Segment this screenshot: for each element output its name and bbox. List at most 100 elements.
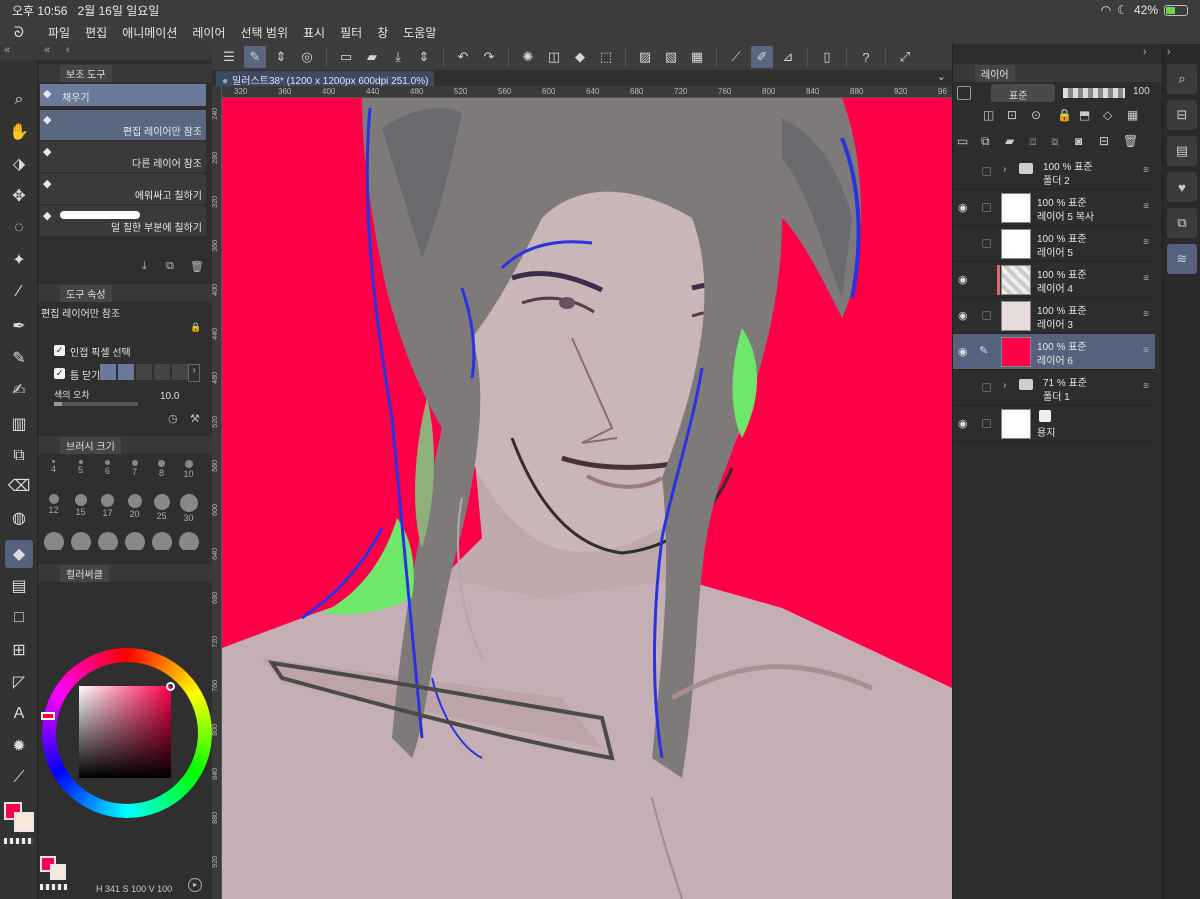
tolerance-slider[interactable]	[54, 402, 138, 406]
play-icon[interactable]: ▸	[188, 878, 202, 892]
duplicate-icon[interactable]: ⧉	[166, 260, 174, 273]
reference-icon[interactable]: ⊙	[1031, 108, 1041, 122]
document-tab[interactable]: ● 일러스트38* (1200 x 1200px 600dpi 251.0%)	[216, 71, 435, 87]
tolerance-value[interactable]: 10.0	[160, 391, 179, 402]
layer-mask-icon[interactable]: ◙	[1075, 134, 1082, 148]
brush-size-item[interactable]: 60	[94, 530, 121, 550]
redo-icon[interactable]: ↷	[478, 46, 500, 68]
brush-size-item[interactable]: 40	[40, 530, 67, 550]
gap-level-5[interactable]	[172, 364, 188, 380]
undo-icon[interactable]: ↶	[452, 46, 474, 68]
layer-row-layer-6[interactable]: ◉ ✎ 100 % 표준 레이어 6 ≡	[953, 334, 1155, 370]
layer-menu-icon[interactable]: ≡	[1143, 309, 1149, 320]
text-icon[interactable]: A	[5, 700, 33, 728]
layer-menu-icon[interactable]: ≡	[1143, 165, 1149, 176]
ruler-icon[interactable]: ◸	[5, 668, 33, 696]
clock-icon[interactable]: ◷	[168, 412, 178, 425]
menu-animation[interactable]: 애니메이션	[122, 24, 177, 41]
chevron-right-icon[interactable]: ›	[1003, 164, 1006, 175]
operation-icon[interactable]: ⬗	[5, 150, 33, 178]
ruler-snap-icon[interactable]: ⟋	[725, 46, 747, 68]
material-icon[interactable]: ♥	[1167, 172, 1197, 202]
saturation-value-square[interactable]	[79, 686, 171, 778]
pen-icon[interactable]: ✒	[5, 312, 33, 340]
lock-alpha-icon[interactable]: ⬒	[1079, 108, 1090, 122]
deselect-icon[interactable]: ▨	[634, 46, 656, 68]
brush-size-item[interactable]: 30	[175, 492, 202, 523]
spiral-icon[interactable]: ◎	[296, 46, 318, 68]
gap-level-1[interactable]	[100, 364, 116, 380]
pen-snap-icon[interactable]: ✐	[751, 46, 773, 68]
transform-icon[interactable]: ⬚	[595, 46, 617, 68]
balloon-icon[interactable]: ✹	[5, 732, 33, 760]
layer-lock-toggle[interactable]	[982, 311, 991, 320]
eyedropper-icon[interactable]: ⁄	[5, 278, 33, 306]
eye-icon[interactable]: ◉	[958, 201, 970, 214]
menu-view[interactable]: 표시	[303, 24, 325, 41]
zoom-icon[interactable]: ⌕	[5, 86, 33, 114]
layer-lock-toggle[interactable]	[982, 383, 991, 392]
layer-color-toggle[interactable]	[957, 86, 971, 100]
collapse-right-icon[interactable]: ›	[1143, 46, 1147, 58]
menu-edit[interactable]: 편집	[85, 24, 107, 41]
brush-icon[interactable]: ✍	[5, 376, 33, 404]
sub-color-mini[interactable]	[50, 864, 66, 880]
new-folder-icon[interactable]: ▰	[1005, 134, 1014, 148]
eye-icon[interactable]: ◉	[958, 417, 970, 430]
selection-border-icon[interactable]: ▦	[686, 46, 708, 68]
blend-mode-select[interactable]: 표준	[991, 84, 1055, 102]
edit-layer-icon[interactable]: ✎	[244, 46, 266, 68]
brush-size-item[interactable]: 70	[121, 530, 148, 550]
drops-icon[interactable]: ◍	[5, 504, 33, 532]
transparent-color-swatch[interactable]	[4, 838, 34, 844]
opacity-slider[interactable]	[1063, 88, 1125, 98]
new-vector-layer-icon[interactable]: ⧉	[981, 134, 990, 149]
wrench-icon[interactable]: ⚒	[190, 412, 200, 425]
save-icon[interactable]: ⤓	[387, 46, 409, 68]
fullscreen-icon[interactable]: ⤢	[894, 46, 916, 68]
special-ruler-icon[interactable]: ⊿	[777, 46, 799, 68]
navigator-icon[interactable]: ⌕	[1167, 64, 1197, 94]
brush-size-item[interactable]: 7	[121, 458, 148, 486]
brush-size-item[interactable]: 10	[175, 458, 202, 486]
layer-row-folder-2[interactable]: › 100 % 표준 폴더 2 ≡	[953, 154, 1155, 190]
layer-lock-toggle[interactable]	[982, 203, 991, 212]
subtool-item-edit-layer[interactable]: ◆ 편집 레이어만 참조	[40, 110, 206, 140]
layer-menu-icon[interactable]: ≡	[1143, 201, 1149, 212]
eye-icon[interactable]: ◉	[958, 309, 970, 322]
pencil-icon[interactable]: ✎	[5, 344, 33, 372]
blend-icon[interactable]: ⧉	[5, 442, 33, 470]
history-icon[interactable]: ⧉	[1167, 208, 1197, 238]
layer-row-layer-5-copy[interactable]: ◉ 100 % 표준 레이어 5 복사 ≡	[953, 190, 1155, 226]
phone-icon[interactable]: ▯	[816, 46, 838, 68]
fill-icon[interactable]: ◆	[569, 46, 591, 68]
menu-help[interactable]: 도움말	[403, 24, 436, 41]
merge-down-icon[interactable]: ⧇	[1051, 134, 1059, 149]
menu-filter[interactable]: 필터	[340, 24, 362, 41]
layer-stack-icon[interactable]: ≋	[1167, 244, 1197, 274]
sub-view-icon[interactable]: ▤	[1167, 136, 1197, 166]
brush-size-item[interactable]: 15	[67, 492, 94, 520]
subtool-item-enclose[interactable]: ◆ 에워싸고 칠하기	[40, 174, 206, 204]
transparent-color-mini[interactable]	[40, 884, 68, 890]
layer-lock-toggle[interactable]	[982, 419, 991, 428]
hand-icon[interactable]: ✋	[5, 118, 33, 146]
open-folder-icon[interactable]: ▰	[361, 46, 383, 68]
layer-menu-icon[interactable]: ≡	[1143, 381, 1149, 392]
invert-selection-icon[interactable]: ▧	[660, 46, 682, 68]
layer-row-paper[interactable]: ◉ 용지	[953, 406, 1155, 442]
subtool-group-header[interactable]: ◆ 채우기	[40, 84, 206, 106]
layer-row-layer-3[interactable]: ◉ 100 % 표준 레이어 3 ≡	[953, 298, 1155, 334]
brush-size-item[interactable]: 8	[148, 458, 175, 486]
brush-size-item[interactable]: 4	[40, 458, 67, 486]
layer-menu-icon[interactable]: ≡	[1143, 345, 1149, 356]
sv-picker-handle[interactable]	[166, 682, 175, 691]
hamburger-menu-icon[interactable]: ☰	[218, 46, 240, 68]
layer-menu-icon[interactable]: ≡	[1143, 237, 1149, 248]
move-icon[interactable]: ✥	[5, 182, 33, 210]
close-gap-checkbox[interactable]: ✓	[54, 368, 65, 379]
fill-bucket-icon[interactable]: ◆	[5, 540, 33, 568]
help-icon[interactable]: ?	[855, 46, 877, 68]
lasso-icon[interactable]: ◌	[5, 214, 33, 242]
adjacent-pixels-checkbox[interactable]: ✓	[54, 345, 65, 356]
